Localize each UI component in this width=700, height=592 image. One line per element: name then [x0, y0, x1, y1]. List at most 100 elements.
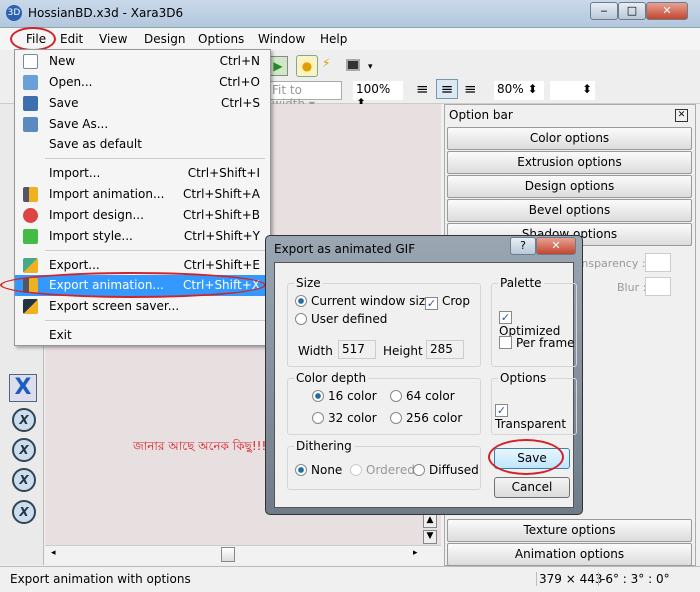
- per-frame-checkbox[interactable]: Per frame: [499, 336, 575, 350]
- dithering-group: Dithering None Ordered Diffused: [287, 439, 481, 490]
- light-bulb-icon[interactable]: ●: [296, 55, 318, 77]
- menu-bar: File Edit View Design Options Window Hel…: [0, 27, 700, 51]
- menu-item-import-design[interactable]: Import design... Ctrl+Shift+B: [15, 205, 270, 226]
- texture-options-button[interactable]: Texture options: [447, 519, 692, 542]
- scroll-up-button[interactable]: ▲: [423, 514, 437, 528]
- new-file-icon: [23, 54, 38, 69]
- status-text: Export animation with options: [10, 572, 191, 586]
- status-bar: Export animation with options 379 × 443 …: [0, 566, 700, 592]
- export-icon: [23, 258, 38, 273]
- design-options-button[interactable]: Design options: [447, 175, 692, 198]
- close-button[interactable]: ✕: [646, 2, 688, 20]
- animation-options-button[interactable]: Animation options: [447, 543, 692, 566]
- user-defined-radio[interactable]: User defined: [295, 312, 387, 326]
- menu-item-import-style[interactable]: Import style... Ctrl+Shift+Y: [15, 226, 270, 247]
- menu-item-import-animation[interactable]: Import animation... Ctrl+Shift+A: [15, 184, 270, 205]
- transparent-checkbox[interactable]: ✓Transparent: [495, 401, 576, 431]
- dialog-body: Size Current window size ✓ Crop User defi…: [274, 262, 577, 508]
- menu-item-save-default[interactable]: Save as default: [15, 134, 270, 155]
- options-label: Options: [498, 371, 549, 385]
- x-style-4-icon[interactable]: X: [12, 500, 36, 524]
- x-style-1-icon[interactable]: X: [12, 408, 36, 432]
- menu-design[interactable]: Design: [144, 32, 185, 46]
- import-animation-icon: [23, 187, 38, 202]
- crop-checkbox[interactable]: ✓ Crop: [425, 294, 470, 310]
- scroll-thumb[interactable]: [221, 547, 235, 562]
- fit-dropdown[interactable]: Fit to width ▾: [268, 81, 342, 111]
- title-bar: 3D HossianBD.x3d - Xara3D6 ‒ □ ✕: [0, 0, 700, 28]
- maximize-button[interactable]: □: [618, 2, 646, 20]
- optimized-checkbox[interactable]: ✓Optimized: [499, 308, 576, 338]
- height-label: Height :: [383, 344, 431, 358]
- menu-item-import[interactable]: Import... Ctrl+Shift+I: [15, 163, 270, 184]
- 32-color-radio[interactable]: 32 color: [312, 411, 377, 425]
- dither-none-radio[interactable]: None: [295, 463, 342, 477]
- value-field[interactable]: ⬍: [550, 81, 595, 100]
- scroll-left-arrow-icon[interactable]: ◂: [51, 548, 56, 558]
- options-group: Options ✓Transparent: [491, 371, 577, 435]
- menu-item-open[interactable]: Open... Ctrl+O: [15, 72, 270, 93]
- cancel-button[interactable]: Cancel: [494, 477, 570, 498]
- annotation-circle: [10, 27, 56, 51]
- annotation-ellipse: [0, 272, 266, 298]
- bevel-options-button[interactable]: Bevel options: [447, 199, 692, 222]
- blur-label: Blur :: [617, 281, 647, 294]
- export-gif-dialog: Export as animated GIF ? ✕ Size Current …: [265, 235, 583, 515]
- transparency-field[interactable]: [645, 253, 671, 272]
- save-disk-icon: [23, 96, 38, 111]
- color-options-button[interactable]: Color options: [447, 127, 692, 150]
- menu-item-new[interactable]: New Ctrl+N: [15, 51, 270, 72]
- palette-label: Palette: [498, 276, 544, 290]
- option-bar-close-button[interactable]: ✕: [675, 109, 688, 122]
- 256-color-radio[interactable]: 256 color: [390, 411, 462, 425]
- menu-help[interactable]: Help: [320, 32, 347, 46]
- width-field[interactable]: 517: [338, 340, 376, 359]
- size-group: Size Current window size ✓ Crop User defi…: [287, 276, 481, 367]
- menu-separator: [45, 320, 265, 321]
- extrusion-options-button[interactable]: Extrusion options: [447, 151, 692, 174]
- screen-icon[interactable]: [346, 59, 360, 71]
- menu-view[interactable]: View: [99, 32, 127, 46]
- align-right-icon[interactable]: ≡: [464, 80, 477, 98]
- lightning-icon[interactable]: ⚡: [322, 56, 330, 70]
- dialog-help-button[interactable]: ?: [510, 237, 536, 255]
- align-center-icon[interactable]: ≡: [436, 79, 458, 99]
- window-title: HossianBD.x3d - Xara3D6: [28, 6, 184, 20]
- menu-item-save[interactable]: Save Ctrl+S: [15, 93, 270, 114]
- zoom-field[interactable]: 100% ⬍: [353, 81, 403, 110]
- dither-ordered-radio[interactable]: Ordered: [350, 463, 415, 477]
- minimize-button[interactable]: ‒: [590, 2, 618, 20]
- height-field[interactable]: 285: [426, 340, 464, 359]
- play-icon[interactable]: ▶: [268, 56, 288, 76]
- palette-group: Palette ✓Optimized Per frame: [491, 276, 577, 367]
- dropdown-arrow-icon[interactable]: ▾: [368, 62, 373, 72]
- x-text-tool-icon[interactable]: X: [9, 374, 37, 402]
- dialog-close-button[interactable]: ✕: [536, 237, 576, 255]
- horizontal-scrollbar[interactable]: ◂ ▸: [45, 545, 441, 563]
- 16-color-radio[interactable]: 16 color: [312, 389, 377, 403]
- export-screensaver-icon: [23, 299, 38, 314]
- 64-color-radio[interactable]: 64 color: [390, 389, 455, 403]
- scroll-down-button[interactable]: ▼: [423, 530, 437, 544]
- menu-item-exit[interactable]: Exit: [15, 325, 270, 346]
- menu-separator: [45, 250, 265, 251]
- x-style-2-icon[interactable]: X: [12, 438, 36, 462]
- align-left-icon[interactable]: ≡: [416, 80, 429, 98]
- dialog-title: Export as animated GIF: [274, 242, 416, 256]
- dither-diffused-radio[interactable]: Diffused: [413, 463, 479, 477]
- app-icon: 3D: [6, 5, 22, 21]
- size-label: Size: [294, 276, 323, 290]
- percent-field[interactable]: 80% ⬍: [494, 81, 544, 100]
- menu-item-export-screen-saver[interactable]: Export screen saver...: [15, 296, 270, 317]
- blur-field[interactable]: [645, 277, 671, 296]
- scroll-right-arrow-icon[interactable]: ▸: [413, 548, 418, 558]
- file-menu: New Ctrl+N Open... Ctrl+O Save Ctrl+S Save …: [14, 49, 271, 346]
- menu-window[interactable]: Window: [258, 32, 305, 46]
- status-size: 379 × 443: [536, 572, 603, 586]
- menu-options[interactable]: Options: [198, 32, 244, 46]
- option-bar-title: Option bar: [449, 108, 513, 122]
- menu-edit[interactable]: Edit: [60, 32, 83, 46]
- x-style-3-icon[interactable]: X: [12, 468, 36, 492]
- current-window-size-radio[interactable]: Current window size: [295, 294, 433, 308]
- menu-item-save-as[interactable]: Save As...: [15, 114, 270, 135]
